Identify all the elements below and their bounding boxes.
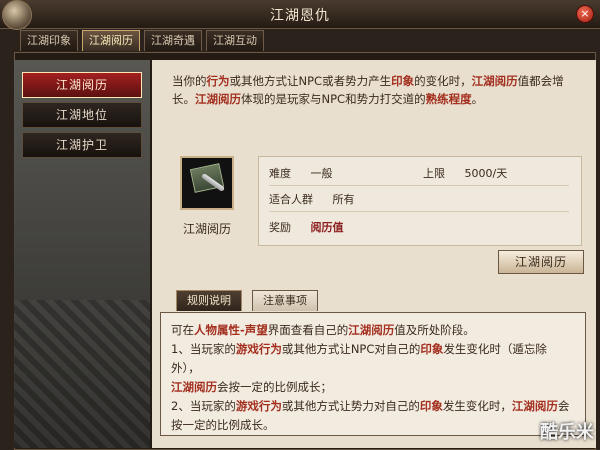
tab-jianghu-hudong[interactable]: 江湖互动	[206, 30, 264, 51]
info-box: 难度 一般 上限 5000/天 适合人群 所有 奖励 阅历值	[258, 156, 582, 246]
rules-panel: 可在人物属性-声望界面查看自己的江湖阅历值及所处阶段。 1、当玩家的游戏行为或其…	[160, 312, 586, 436]
window: 江湖恩仇 × 江湖印象 江湖阅历 江湖奇遇 江湖互动 江湖阅历 江湖地位 江湖护…	[0, 0, 600, 450]
content-area: 当你的行为或其他方式让NPC或者势力产生印象的变化时，江湖阅历值都会增长。江湖阅…	[152, 60, 596, 448]
intro-text: 当你的行为或其他方式让NPC或者势力产生印象的变化时，江湖阅历值都会增长。江湖阅…	[172, 74, 564, 106]
reward-row: 奖励 阅历值	[269, 221, 344, 234]
top-tabs: 江湖印象 江湖阅历 江湖奇遇 江湖互动	[20, 30, 264, 52]
subtabs: 规则说明 注意事项	[176, 290, 318, 311]
audience-row: 适合人群 所有	[269, 193, 355, 206]
tab-jianghu-yinxiang[interactable]: 江湖印象	[20, 30, 78, 51]
tab-rules[interactable]: 规则说明	[176, 290, 242, 311]
item-label: 江湖阅历	[182, 222, 231, 236]
tab-notes[interactable]: 注意事项	[252, 290, 318, 311]
sidebar-item-yueli[interactable]: 江湖阅历	[22, 72, 142, 98]
jianghu-yueli-button[interactable]: 江湖阅历	[498, 250, 584, 274]
tab-jianghu-yueli[interactable]: 江湖阅历	[82, 30, 140, 51]
info-divider-2	[269, 211, 569, 212]
difficulty-row: 难度 一般	[269, 167, 333, 180]
watermark: 酷乐米	[540, 422, 594, 443]
rules-line-4: 2、当玩家的游戏行为或其他方式让势力对自己的印象发生变化时，江湖阅历会按一定的比…	[171, 399, 570, 432]
close-icon[interactable]: ×	[576, 5, 594, 23]
rules-line-2: 1、当玩家的游戏行为或其他方式让NPC对自己的印象发生变化时（遁忘除外），	[171, 342, 547, 375]
sidebar-item-diwei[interactable]: 江湖地位	[22, 102, 142, 128]
item-icon	[180, 156, 234, 210]
title-bar: 江湖恩仇 ×	[0, 0, 600, 30]
limit-row: 上限 5000/天	[423, 167, 508, 180]
rules-line-3: 江湖阅历会按一定的比例成长；	[171, 380, 332, 394]
map-background	[14, 300, 150, 448]
tab-jianghu-qiyu[interactable]: 江湖奇遇	[144, 30, 202, 51]
window-title: 江湖恩仇	[270, 8, 330, 24]
sidebar-item-huwei[interactable]: 江湖护卫	[22, 132, 142, 158]
info-divider-1	[269, 185, 569, 186]
rules-line-1: 可在人物属性-声望界面查看自己的江湖阅历值及所处阶段。	[171, 323, 475, 337]
